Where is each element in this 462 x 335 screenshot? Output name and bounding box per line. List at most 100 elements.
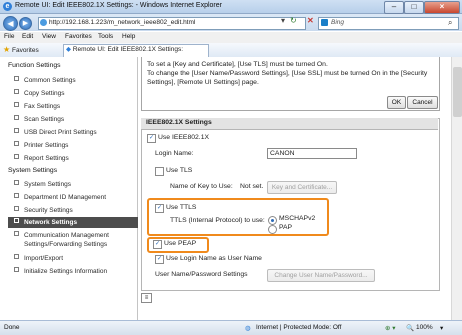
login-name-field[interactable]: CANON [267,148,357,159]
title-bar: e Remote UI: Edit IEEE802.1X Settings: -… [0,0,462,14]
menu-help[interactable]: Help [122,33,135,40]
user-password-label: User Name/Password Settings [155,271,248,278]
vertical-scrollbar[interactable] [451,57,462,320]
message-line-3: Settings], [Remote UI Settings] page. [147,79,259,86]
bullet-icon [14,254,19,259]
use-ttls-label: Use TTLS [166,204,197,211]
window-title-text: Remote UI: Edit IEEE802.1X Settings: [15,2,134,9]
ie-logo-icon: e [3,2,12,11]
message-text: To set a [Key and Certificate], [Use TLS… [147,60,427,87]
favorites-label: Favorites [11,47,39,54]
dropdown-arrow-icon[interactable]: ▾ [281,16,285,25]
bullet-icon [14,102,19,107]
change-user-password-button[interactable]: Change User Name/Password... [267,269,375,282]
scrollbar-thumb[interactable] [453,67,462,117]
use-peap-label: Use PEAP [164,240,197,247]
security-zone-text: Internet | Protected Mode: Off [256,324,342,331]
forward-button[interactable]: ▶ [19,17,32,30]
sidebar-item-usb-direct-print[interactable]: USB Direct Print Settings [14,128,97,136]
ok-button[interactable]: OK [387,96,406,109]
browser-tab[interactable]: ◆ Remote UI: Edit IEEE802.1X Settings: [63,44,209,57]
status-text: Done [4,324,20,331]
close-button[interactable]: × [424,1,460,14]
mschapv2-label: MSCHAPv2 [279,215,316,222]
minimize-button[interactable]: – [384,1,404,14]
page-top-icon[interactable]: ≡ [141,293,152,303]
sidebar-item-common-settings[interactable]: Common Settings [14,76,76,84]
bullet-icon [14,115,19,120]
zoom-dropdown-icon[interactable]: ▾ [440,324,443,332]
bullet-icon [14,231,19,236]
mschapv2-radio[interactable] [268,216,277,225]
favorites-star-icon: ★ [3,45,11,54]
menu-bar: File Edit View Favorites Tools Help [0,32,462,43]
pap-radio[interactable] [268,225,277,234]
sidebar-item-fax-settings[interactable]: Fax Settings [14,102,60,110]
address-toolbar: ◀ ▶ http://192.168.1.223/m_network_ieee8… [0,14,462,31]
use-peap-checkbox[interactable]: ✓ [153,240,162,249]
search-input[interactable]: Bing ⌕ [318,17,459,30]
back-button[interactable]: ◀ [3,16,18,31]
use-ttls-checkbox[interactable]: ✓ [155,204,164,213]
message-line-1: To set a [Key and Certificate], [Use TLS… [147,61,328,68]
menu-tools[interactable]: Tools [98,33,113,40]
address-url: http://192.168.1.223/m_network_ieee802_e… [49,19,196,26]
message-line-2: To change the [User Name/Password Settin… [147,70,428,77]
sidebar-item-import-export[interactable]: Import/Export [14,254,63,262]
system-settings-header: System Settings [8,167,58,174]
bullet-icon [14,180,19,185]
function-settings-header: Function Settings [8,62,61,69]
favorites-button[interactable]: ★ Favorites [3,45,39,54]
stop-icon[interactable]: ✕ [307,16,314,25]
key-and-certificate-button[interactable]: Key and Certificate... [267,181,337,194]
key-to-use-label: Name of Key to Use: [170,183,233,190]
ttls-protocol-label: TTLS (Internal Protocol) to use: [170,217,265,224]
use-tls-label: Use TLS [166,167,193,174]
menu-view[interactable]: View [42,33,56,40]
bullet-icon [14,218,19,223]
favorites-bar: ★ Favorites ◆ Remote UI: Edit IEEE802.1X… [0,43,462,58]
sidebar-item-initialize-settings[interactable]: Initialize Settings Information [14,267,107,275]
zoom-icon[interactable]: 🔍 [406,324,414,332]
ieee-settings-header: IEEE802.1X Settings [141,118,438,130]
sidebar-item-security-settings[interactable]: Security Settings [14,206,73,214]
menu-file[interactable]: File [4,33,14,40]
sidebar-item-copy-settings[interactable]: Copy Settings [14,89,64,97]
address-field[interactable]: http://192.168.1.223/m_network_ieee802_e… [38,17,306,30]
bullet-icon [14,89,19,94]
ieee-settings-title: IEEE802.1X Settings [146,119,212,126]
refresh-icon[interactable]: ↻ [290,16,297,25]
window-title-suffix: - Windows Internet Explorer [133,2,222,9]
sidebar-item-department-id[interactable]: Department ID Management [14,193,106,201]
sidebar-item-network-settings[interactable]: Network Settings [8,217,141,228]
bullet-icon [14,267,19,272]
bing-icon [321,19,328,26]
sidebar-item-system-settings[interactable]: System Settings [14,180,71,188]
maximize-button[interactable]: □ [404,1,424,14]
bullet-icon [14,206,19,211]
search-icon[interactable]: ⌕ [448,18,452,28]
search-placeholder: Bing [331,19,345,26]
use-ieee-checkbox[interactable]: ✓ [147,134,156,143]
use-tls-checkbox[interactable] [155,167,164,176]
login-name-label: Login Name: [155,150,194,157]
sidebar-item-report-settings[interactable]: Report Settings [14,154,69,162]
bullet-icon [14,193,19,198]
sidebar-item-scan-settings[interactable]: Scan Settings [14,115,64,123]
use-login-as-user-label: Use Login Name as User Name [166,255,262,262]
sidebar-item-printer-settings[interactable]: Printer Settings [14,141,68,149]
internet-zone-icon: ◍ [245,325,251,332]
menu-edit[interactable]: Edit [22,33,33,40]
zoom-level[interactable]: 100% [416,324,433,331]
bullet-icon [14,141,19,146]
sidebar-item-communication-management[interactable]: Communication Management Settings/Forward… [14,231,109,249]
bullet-icon [14,154,19,159]
menu-favorites[interactable]: Favorites [65,33,92,40]
bullet-icon [14,76,19,81]
pap-label: PAP [279,224,293,231]
cancel-button[interactable]: Cancel [407,96,438,109]
tab-title: Remote UI: Edit IEEE802.1X Settings: [72,46,184,53]
protected-mode-icon[interactable]: ⊕ ▾ [385,324,396,332]
use-login-as-user-checkbox[interactable]: ✓ [155,255,164,264]
tab-page-icon: ◆ [66,46,71,53]
